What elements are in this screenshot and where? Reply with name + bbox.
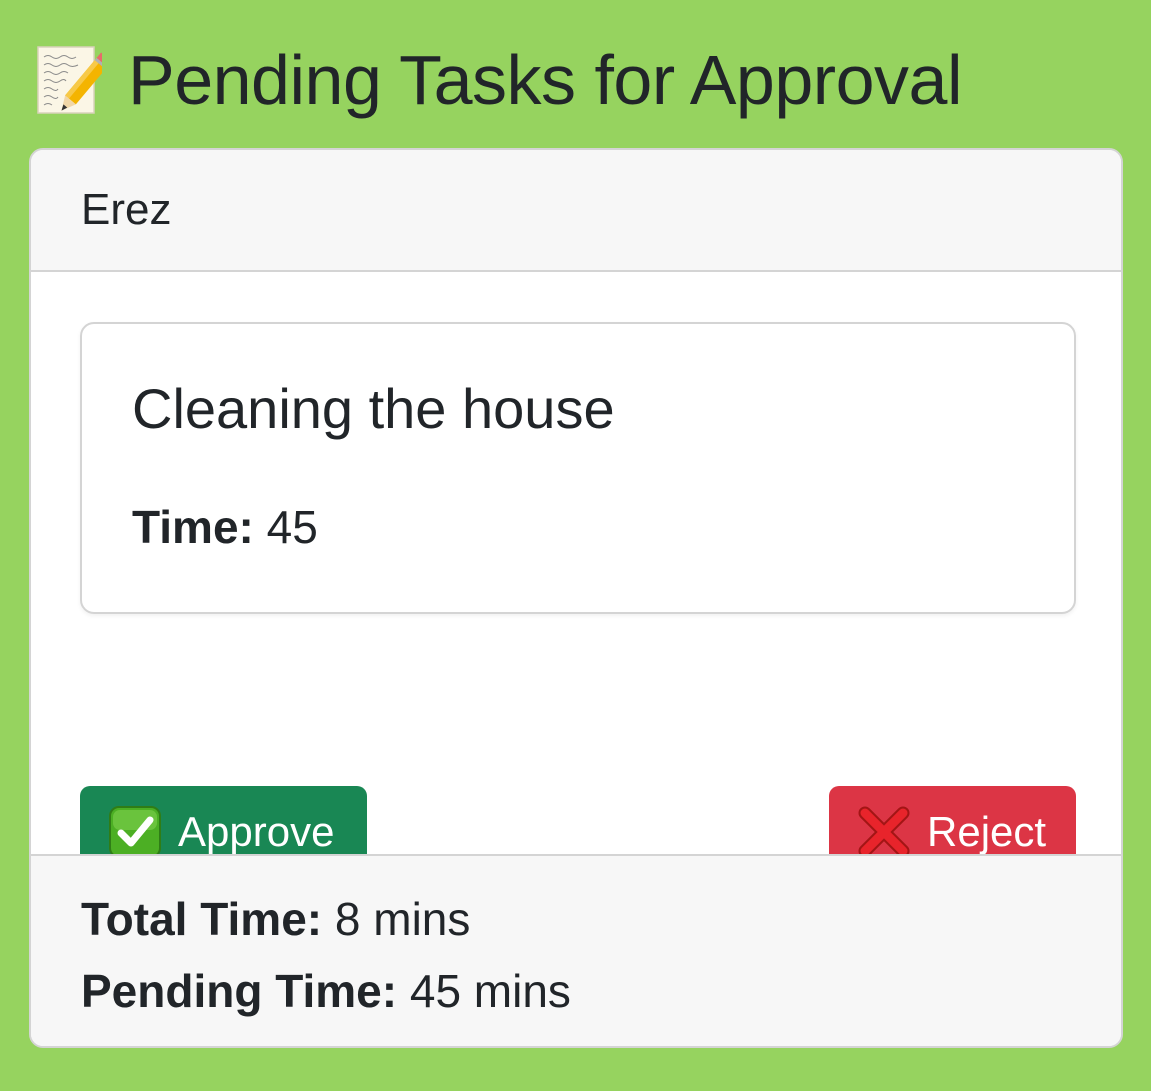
task-time: Time: 45 [132, 502, 318, 553]
pending-time: Pending Time: 45 mins [81, 966, 571, 1017]
memo-icon [36, 43, 112, 117]
task-time-value: 45 [266, 501, 318, 553]
task-card: Cleaning the house Time: 45 [80, 322, 1076, 614]
approval-card: Erez Cleaning the house Time: 45 Approve [29, 148, 1123, 1048]
task-time-label: Time: [132, 501, 254, 553]
card-footer: Total Time: 8 mins Pending Time: 45 mins [31, 854, 1121, 1046]
card-body: Cleaning the house Time: 45 Approve Reje… [31, 272, 1121, 878]
page-header: Pending Tasks for Approval [36, 38, 963, 122]
cross-mark-icon [857, 805, 911, 859]
reject-label: Reject [927, 808, 1047, 855]
check-mark-button-icon [108, 805, 162, 859]
user-name: Erez [81, 185, 172, 234]
total-time-label: Total Time: [81, 893, 323, 945]
pending-time-label: Pending Time: [81, 965, 398, 1017]
approve-label: Approve [178, 808, 335, 855]
page-title: Pending Tasks for Approval [128, 41, 963, 119]
card-header: Erez [31, 150, 1121, 272]
pending-time-value: 45 mins [409, 965, 571, 1017]
total-time-value: 8 mins [334, 893, 471, 945]
total-time: Total Time: 8 mins [81, 894, 470, 945]
task-title: Cleaning the house [132, 377, 615, 440]
